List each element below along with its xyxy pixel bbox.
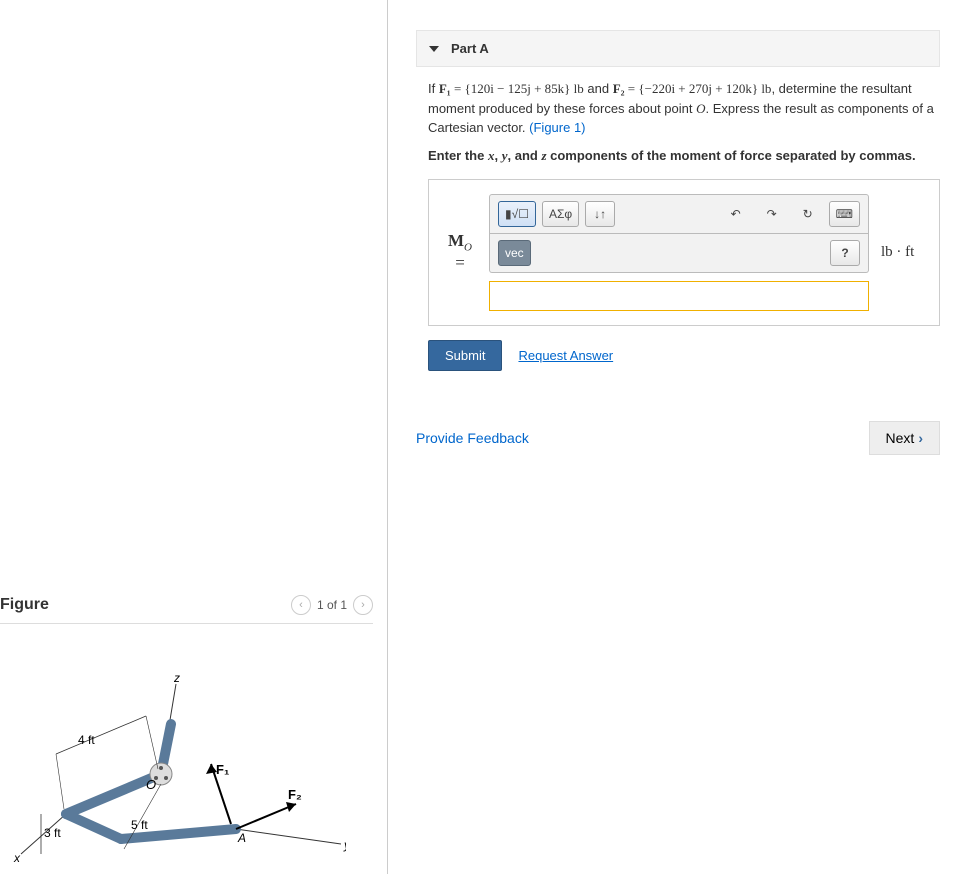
part-title: Part A bbox=[451, 41, 489, 56]
dim-5ft-label: 5 ft bbox=[131, 818, 148, 832]
problem-statement: If F₁ = {120i − 125j + 85k} lb and F₂ = … bbox=[416, 79, 940, 165]
left-column: Figure ‹ 1 of 1 › bbox=[0, 0, 388, 874]
figure-panel: Figure ‹ 1 of 1 › bbox=[0, 595, 373, 864]
unit-label: lb · ft bbox=[881, 244, 925, 261]
force-f2-label: F₂ bbox=[288, 787, 302, 802]
pager-prev-button[interactable]: ‹ bbox=[291, 595, 311, 615]
redo-button[interactable]: ↷ bbox=[757, 201, 787, 227]
right-column: Part A If F₁ = {120i − 125j + 85k} lb an… bbox=[388, 0, 958, 874]
figure-pager: ‹ 1 of 1 › bbox=[291, 595, 373, 615]
caret-down-icon bbox=[429, 46, 439, 52]
dim-3ft-label: 3 ft bbox=[44, 826, 61, 840]
chevron-right-icon: › bbox=[918, 430, 923, 446]
pager-text: 1 of 1 bbox=[317, 598, 347, 612]
answer-area: MO = ▮√☐ ΑΣφ ↓↑ ↶ ↷ ↻ ⌨ vec ? bbox=[428, 179, 940, 326]
templates-button[interactable]: ▮√☐ bbox=[498, 201, 536, 227]
point-o-label: O bbox=[146, 777, 156, 792]
help-button[interactable]: ? bbox=[830, 240, 860, 266]
provide-feedback-link[interactable]: Provide Feedback bbox=[416, 430, 529, 446]
part-header[interactable]: Part A bbox=[416, 30, 940, 67]
figure-diagram: z y x O A F₁ F₂ 4 ft 3 ft 5 ft bbox=[6, 654, 346, 864]
answer-input[interactable] bbox=[489, 281, 869, 311]
axis-x-label: x bbox=[13, 851, 21, 864]
submit-button[interactable]: Submit bbox=[428, 340, 502, 371]
equation-toolbar: ▮√☐ ΑΣφ ↓↑ ↶ ↷ ↻ ⌨ bbox=[489, 194, 869, 234]
action-row: Submit Request Answer bbox=[416, 340, 940, 371]
greek-button[interactable]: ΑΣφ bbox=[542, 201, 579, 227]
request-answer-link[interactable]: Request Answer bbox=[518, 348, 613, 363]
answer-instruction: Enter the x, y, and z components of the … bbox=[428, 148, 916, 163]
subsup-button[interactable]: ↓↑ bbox=[585, 201, 615, 227]
force-f1-label: F₁ bbox=[216, 762, 229, 777]
figure-ref-link[interactable]: (Figure 1) bbox=[529, 120, 585, 135]
pager-next-button[interactable]: › bbox=[353, 595, 373, 615]
axis-y-label: y bbox=[343, 838, 346, 852]
dim-4ft-label: 4 ft bbox=[78, 733, 95, 747]
next-button[interactable]: Next› bbox=[869, 421, 940, 455]
axis-z-label: z bbox=[173, 671, 180, 685]
reset-button[interactable]: ↻ bbox=[793, 201, 823, 227]
point-a-label: A bbox=[237, 831, 246, 845]
variable-label: MO = bbox=[443, 232, 477, 272]
equation-toolbar-row2: vec ? bbox=[489, 234, 869, 273]
keyboard-button[interactable]: ⌨ bbox=[829, 201, 860, 227]
vec-button[interactable]: vec bbox=[498, 240, 531, 266]
figure-title: Figure bbox=[0, 596, 49, 614]
undo-button[interactable]: ↶ bbox=[721, 201, 751, 227]
